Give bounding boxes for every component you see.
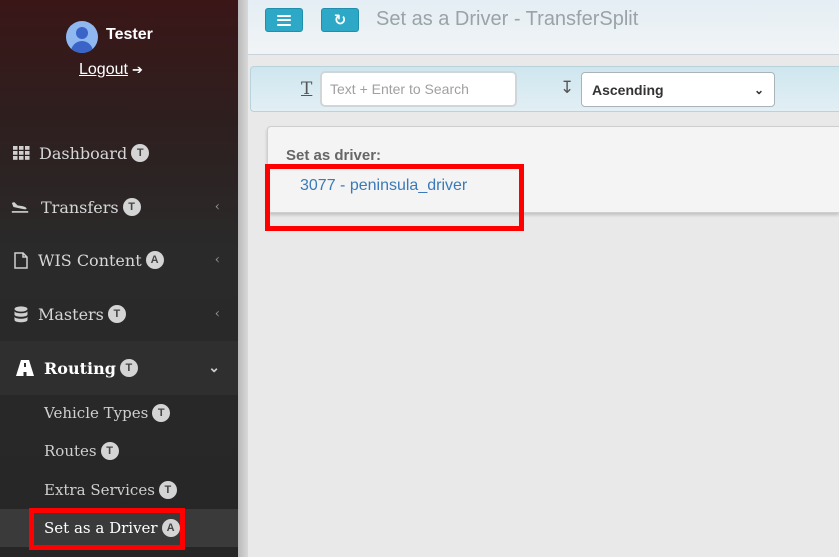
sidebar-item-label: Routing [44, 358, 116, 378]
badge: T [119, 359, 138, 377]
badge: T [100, 442, 119, 460]
refresh-button[interactable]: ↻ [321, 8, 359, 32]
sidebar-subitem-label: Set as a Driver [44, 519, 158, 537]
grid-icon [12, 144, 30, 162]
badge: T [122, 198, 141, 216]
sidebar-subitem-label: Vehicle Types [44, 404, 149, 422]
avatar [66, 21, 98, 53]
sidebar-item-label: Transfers [41, 197, 119, 217]
page-title: Set as a Driver - TransferSplit [376, 8, 639, 30]
chevron-down-icon: ⌄ [753, 82, 764, 97]
chevron-left-icon: ‹ [214, 252, 220, 268]
sidebar-item-wis-content[interactable]: WIS Content A ‹ [0, 233, 238, 287]
top-bar: ↻ Set as a Driver - TransferSplit [248, 0, 839, 55]
sidebar-subitem-label: Extra Services [44, 481, 155, 499]
driver-card: Set as driver: 3077 - peninsula_driver [267, 126, 839, 213]
database-icon [12, 305, 30, 323]
sidebar-item-label: Masters [38, 304, 104, 324]
refresh-icon: ↻ [333, 11, 347, 29]
user-panel: Tester Logout ➔ [0, 0, 238, 110]
sidebar-subitem-routes[interactable]: Routes T [0, 432, 238, 470]
sidebar: Tester Logout ➔ Dashboard T Transfers T ‹ [0, 0, 238, 557]
sign-out-icon: ➔ [131, 62, 143, 77]
chevron-left-icon: ‹ [214, 306, 220, 322]
chevron-left-icon: ‹ [214, 199, 220, 215]
sort-order-value: Ascending [592, 81, 664, 98]
badge: A [145, 251, 164, 269]
sidebar-item-label: WIS Content [38, 250, 142, 270]
badge: T [107, 305, 126, 323]
sidebar-subitem-vehicle-types[interactable]: Vehicle Types T [0, 394, 238, 432]
user-name: Tester [106, 26, 153, 43]
search-input[interactable] [320, 71, 517, 107]
file-icon [12, 251, 30, 269]
badge: T [131, 144, 150, 162]
sort-order-select[interactable]: Ascending ⌄ [581, 72, 775, 107]
chevron-down-icon: ⌄ [208, 360, 220, 376]
menu-toggle-button[interactable] [265, 8, 303, 32]
text-search-icon: T [301, 79, 313, 99]
sidebar-item-routing[interactable]: Routing T ⌄ [0, 341, 238, 395]
sidebar-item-label: Dashboard [39, 143, 128, 163]
badge: T [158, 481, 177, 499]
menu-icon [277, 14, 291, 26]
plane-landing-icon [11, 198, 29, 216]
logout-link[interactable]: Logout ➔ [79, 61, 143, 79]
sort-ascending-icon: ↧ [560, 78, 575, 98]
sidebar-subitem-label: Routes [44, 442, 97, 460]
sidebar-item-masters[interactable]: Masters T ‹ [0, 287, 238, 341]
set-as-driver-label: Set as driver: [286, 147, 382, 164]
road-icon [16, 359, 34, 377]
badge: A [161, 519, 180, 537]
sidebar-item-transfers[interactable]: Transfers T ‹ [0, 180, 238, 234]
sidebar-subitem-extra-services[interactable]: Extra Services T [0, 471, 238, 509]
badge: T [152, 404, 171, 422]
sidebar-item-dashboard[interactable]: Dashboard T [0, 126, 238, 180]
logout-label: Logout [79, 61, 128, 78]
filter-bar: T ↧ Ascending ⌄ [250, 66, 839, 112]
driver-link[interactable]: 3077 - peninsula_driver [300, 177, 467, 195]
sidebar-subitem-set-as-driver[interactable]: Set as a Driver A [0, 509, 238, 547]
sidebar-divider [238, 0, 248, 557]
